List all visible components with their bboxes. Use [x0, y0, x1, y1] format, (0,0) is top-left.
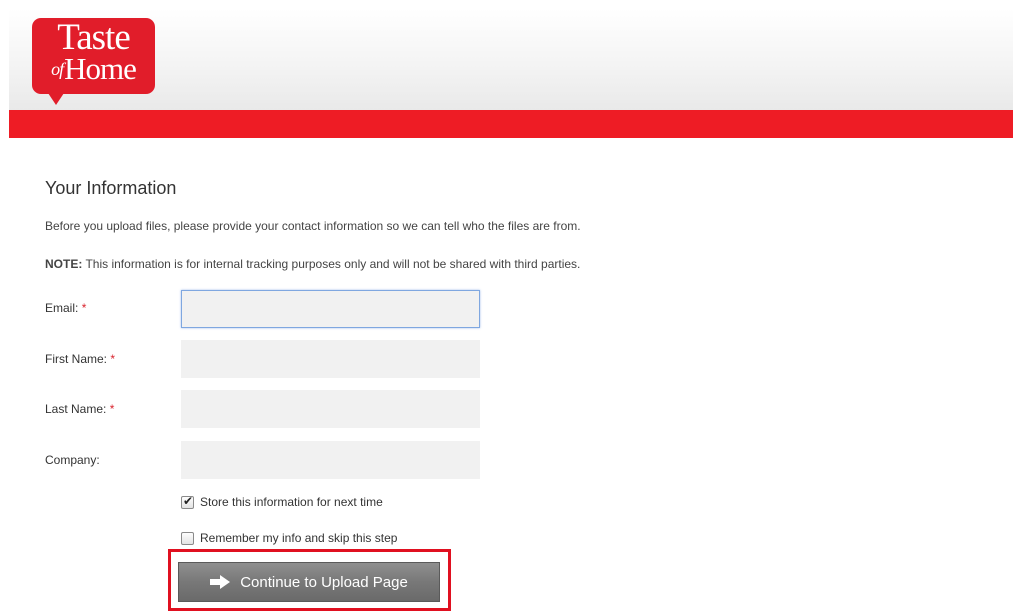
- required-marker: *: [109, 402, 115, 416]
- intro-text: Before you upload files, please provide …: [45, 219, 581, 233]
- logo-word-of-home: ofHome: [32, 52, 155, 86]
- email-field[interactable]: [181, 290, 480, 328]
- remember-info-checkbox[interactable]: [181, 531, 194, 545]
- page-title: Your Information: [45, 178, 177, 198]
- email-label-text: Email:: [45, 301, 79, 315]
- required-marker: *: [110, 352, 116, 366]
- store-info-option[interactable]: ✔ Store this information for next time: [181, 493, 383, 509]
- checkmark-icon: ✔: [183, 493, 194, 508]
- company-label: Company:: [45, 453, 100, 467]
- last-name-label-text: Last Name:: [45, 402, 107, 416]
- note-text: This information is for internal trackin…: [82, 257, 581, 271]
- site-header: [9, 9, 1013, 110]
- company-label-text: Company:: [45, 453, 100, 467]
- store-info-label[interactable]: Store this information for next time: [200, 495, 383, 509]
- first-name-label: First Name: *: [45, 352, 115, 366]
- note-label: NOTE:: [45, 257, 83, 271]
- remember-info-option[interactable]: Remember my info and skip this step: [181, 531, 397, 545]
- logo-word-of: of: [51, 59, 64, 79]
- remember-info-label[interactable]: Remember my info and skip this step: [200, 531, 397, 545]
- logo-word-home: Home: [64, 51, 137, 86]
- arrow-right-icon: [210, 575, 231, 589]
- first-name-label-text: First Name:: [45, 352, 108, 366]
- taste-of-home-logo[interactable]: Taste ofHome: [32, 18, 155, 105]
- privacy-note: NOTE: This information is for internal t…: [45, 257, 580, 271]
- header-red-bar: [9, 110, 1013, 138]
- last-name-label: Last Name: *: [45, 402, 114, 416]
- required-marker: *: [81, 301, 87, 315]
- first-name-field[interactable]: [181, 340, 480, 378]
- continue-button-label: Continue to Upload Page: [240, 573, 408, 591]
- email-label: Email: *: [45, 301, 86, 315]
- company-field[interactable]: [181, 441, 480, 479]
- logo-speech-tail: [48, 93, 64, 105]
- continue-to-upload-button[interactable]: Continue to Upload Page: [178, 562, 440, 602]
- last-name-field[interactable]: [181, 390, 480, 428]
- store-info-checkbox[interactable]: ✔: [181, 493, 194, 509]
